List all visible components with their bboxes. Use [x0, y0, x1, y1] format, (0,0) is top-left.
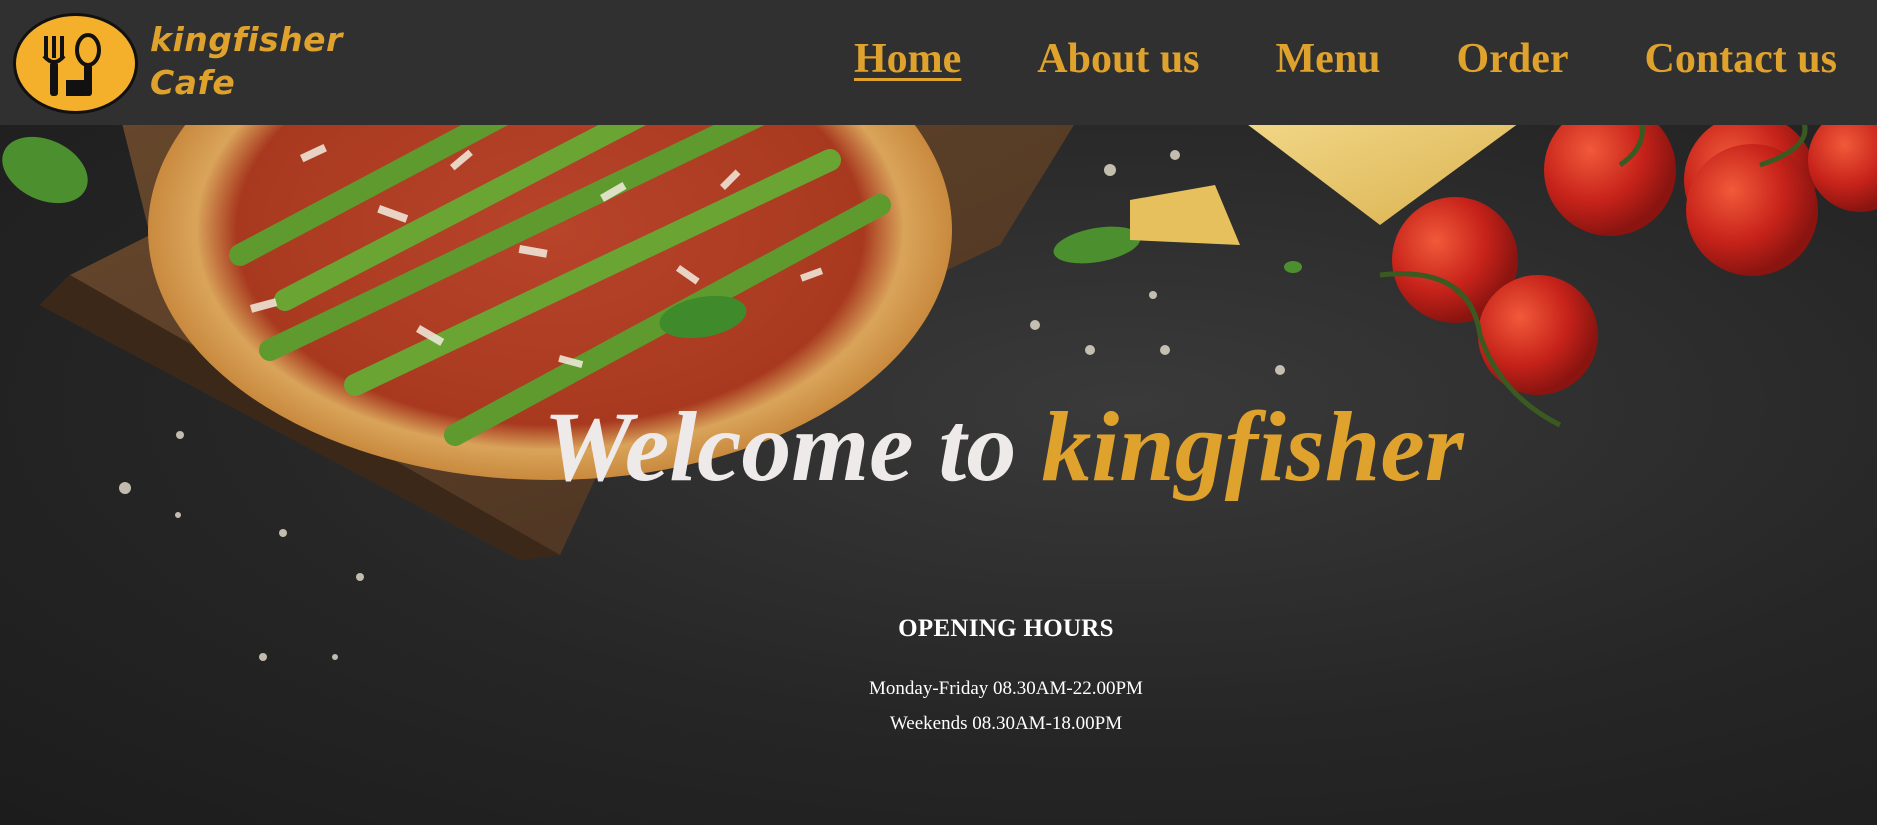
opening-hours: OPENING HOURS Monday-Friday 08.30AM-22.0…	[0, 615, 1877, 741]
hours-weekdays: Monday-Friday 08.30AM-22.00PM	[869, 678, 1143, 699]
welcome-highlight: kingfisher	[1041, 391, 1464, 502]
opening-hours-title: OPENING HOURS	[898, 615, 1114, 642]
main-nav: Home About us Menu Order Contact us	[778, 30, 1837, 88]
site-header: kingfisher Cafe Home About us Menu Order…	[0, 0, 1877, 125]
hours-weekends: Weekends 08.30AM-18.00PM	[889, 713, 1123, 734]
brand-line-1: kingfisher	[150, 20, 343, 59]
nav-link-menu[interactable]: Menu	[1276, 30, 1381, 88]
brand-name[interactable]: kingfisher Cafe	[150, 18, 343, 104]
cafe-logo[interactable]	[13, 13, 138, 114]
fork-spoon-icon	[42, 33, 101, 96]
nav-link-home[interactable]: Home	[854, 30, 961, 88]
welcome-prefix: Welcome to	[543, 391, 1017, 502]
brand-line-2: Cafe	[150, 63, 236, 102]
welcome-heading: Welcome to kingfisher	[0, 387, 1877, 507]
nav-link-about-us[interactable]: About us	[1037, 30, 1199, 88]
nav-link-order[interactable]: Order	[1457, 30, 1569, 88]
nav-link-contact-us[interactable]: Contact us	[1644, 30, 1837, 88]
hero-section: Welcome to kingfisher OPENING HOURS Mond…	[0, 125, 1877, 825]
